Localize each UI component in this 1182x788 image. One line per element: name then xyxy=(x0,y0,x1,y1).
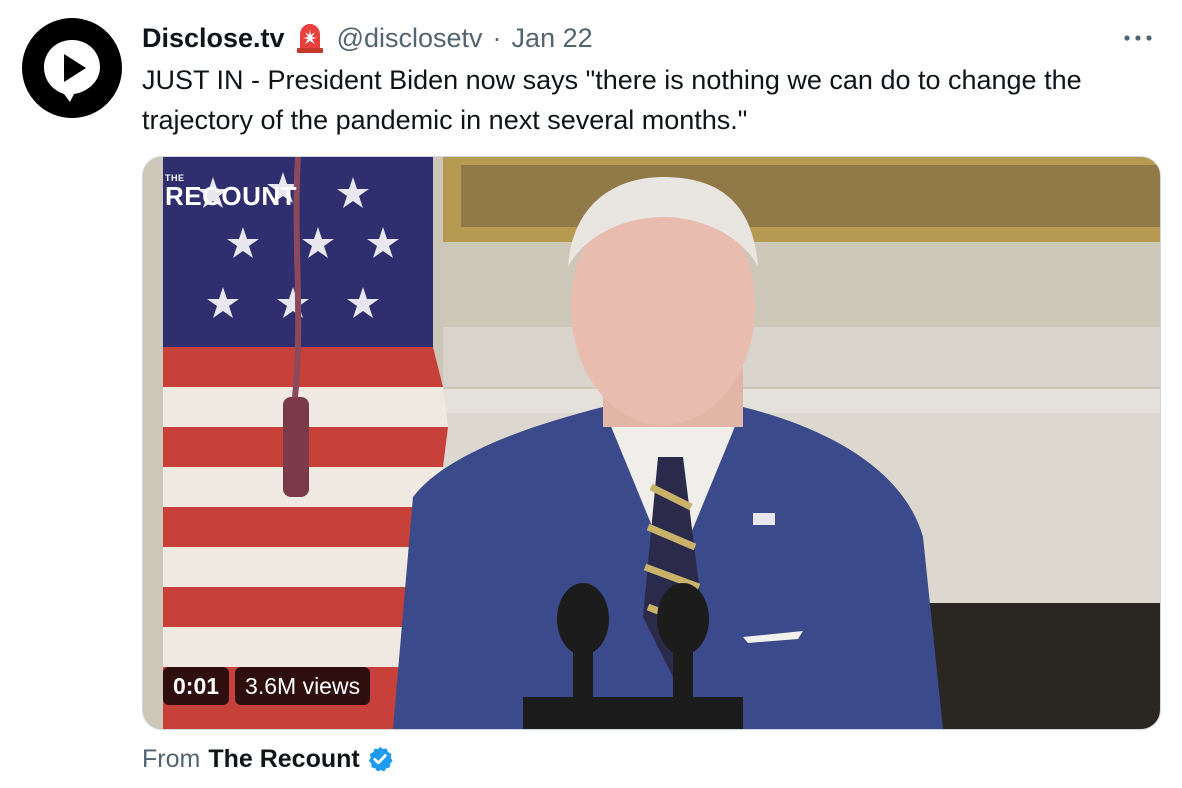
media-source: From The Recount xyxy=(142,742,394,776)
source-name-link[interactable]: The Recount xyxy=(208,745,359,774)
video-timestamp: 0:01 xyxy=(163,667,230,705)
tweet-date[interactable]: Jan 22 xyxy=(512,23,593,54)
verified-badge-icon xyxy=(368,746,393,772)
video-player[interactable]: THE RECOUNT 0:01 3.6M views xyxy=(142,156,1161,730)
recount-watermark: THE RECOUNT xyxy=(165,173,297,209)
header-separator: · xyxy=(492,22,502,53)
video-badges: 0:01 3.6M views xyxy=(163,667,371,705)
watermark-large: RECOUNT xyxy=(165,181,298,211)
tweet-header: Disclose.tv @disclosetv · Jan 22 xyxy=(142,20,593,56)
author-display-name[interactable]: Disclose.tv xyxy=(142,23,285,54)
more-options-button[interactable] xyxy=(1118,26,1158,50)
police-siren-icon xyxy=(295,22,325,54)
video-frame xyxy=(143,157,1160,729)
tweet-text: JUST IN - President Biden now says "ther… xyxy=(142,65,1082,135)
source-prefix: From xyxy=(142,744,201,773)
video-views: 3.6M views xyxy=(235,667,371,705)
more-dots-icon xyxy=(1124,35,1152,41)
author-avatar[interactable] xyxy=(22,18,122,118)
play-speech-bubble-icon xyxy=(44,40,100,102)
author-handle[interactable]: @disclosetv xyxy=(337,23,483,54)
